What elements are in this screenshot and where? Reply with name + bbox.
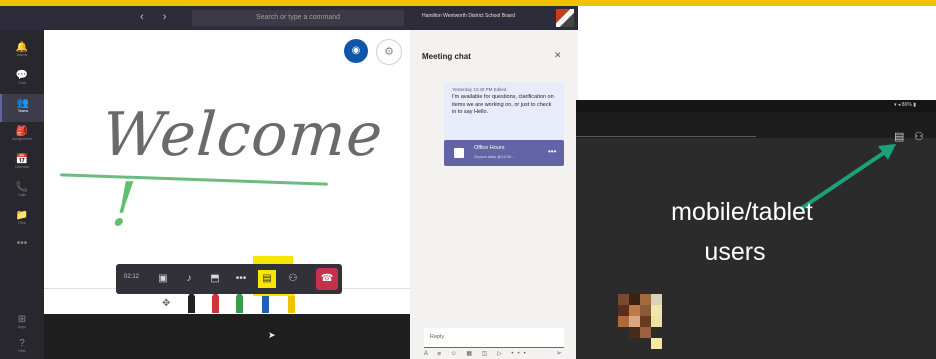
black-pen[interactable] xyxy=(188,291,195,313)
rail-calendar[interactable]: 📅 Calendar xyxy=(0,150,44,178)
org-name[interactable]: Hamilton Wentworth District School Board xyxy=(422,13,515,19)
mobile-teams-screenshot: ▾ ◂ 86% ▮ ▤ ⚇ mobile/tablet users xyxy=(576,100,936,359)
reply-input[interactable]: Reply xyxy=(424,328,564,348)
rail-calls[interactable]: 📞 Calls xyxy=(0,178,44,206)
camera-button[interactable]: ▣ xyxy=(154,270,172,288)
chat-title: Meeting chat xyxy=(422,52,471,61)
status-bar: ▾ ◂ 86% ▮ xyxy=(576,100,936,112)
blue-pen[interactable] xyxy=(262,291,269,313)
search-input[interactable]: Search or type a command xyxy=(192,10,404,26)
hang-up-button[interactable]: ☎ xyxy=(316,268,338,290)
battery-status: ▾ ◂ 86% ▮ xyxy=(894,102,916,108)
user-avatar[interactable] xyxy=(556,9,574,27)
participant-avatar-button[interactable]: ◉ xyxy=(344,39,368,63)
message-text: I'm available for questions, clarificati… xyxy=(452,94,554,115)
more-actions-button[interactable]: ••• xyxy=(232,270,250,288)
rail-more[interactable]: ••• xyxy=(0,234,44,262)
phone-hangup-icon: ☎ xyxy=(320,273,334,284)
message-meta: Yesterday 12:40 PM Edited xyxy=(452,87,507,92)
highlighter-pen[interactable] xyxy=(288,291,295,313)
more-icon: ••• xyxy=(16,238,28,249)
rail-assignments[interactable]: 🎒 Assignments xyxy=(0,122,44,150)
title-bar: ‹ › Search or type a command Hamilton We… xyxy=(0,6,578,30)
call-timer: 02:12 xyxy=(124,274,140,280)
gear-icon: ⚙ xyxy=(384,46,394,58)
help-icon: ? xyxy=(19,338,25,349)
mobile-header: ▤ ⚇ xyxy=(576,112,936,143)
mute-button[interactable]: ♪ xyxy=(180,270,198,288)
green-pen[interactable] xyxy=(236,291,243,313)
back-forward-arrows[interactable]: ‹ › xyxy=(140,11,174,23)
chat-bubble-icon: ▤ xyxy=(262,273,272,284)
more-icon: ••• xyxy=(235,273,247,284)
exclamation-mark: ! xyxy=(109,170,140,240)
card-subtitle: Occurs daily @11:00... xyxy=(474,154,515,159)
bell-icon: 🔔 xyxy=(15,42,29,53)
caption-line-2: users xyxy=(704,238,766,266)
video-strip xyxy=(44,314,410,359)
phone-icon: 📞 xyxy=(15,182,29,193)
person-icon: ◉ xyxy=(351,45,361,56)
rail-files[interactable]: 📁 Files xyxy=(0,206,44,234)
mouse-cursor-icon: ➤ xyxy=(268,330,276,340)
calendar-icon: 📅 xyxy=(15,154,29,165)
caption-line-1: mobile/tablet xyxy=(671,198,813,226)
close-icon[interactable]: ✕ xyxy=(554,50,562,61)
people-icon[interactable]: ⚇ xyxy=(914,130,924,143)
show-conversation-button[interactable]: ▤ xyxy=(258,270,276,288)
compose-toolbar[interactable]: A ⌀ ☺ ▦ ◫ ▷ ••• xyxy=(424,350,530,357)
desktop-teams-screenshot: ‹ › Search or type a command Hamilton We… xyxy=(0,6,578,359)
teams-icon: 👥 xyxy=(16,98,30,109)
divider xyxy=(576,136,756,137)
settings-button[interactable]: ⚙ xyxy=(376,39,402,65)
call-control-bar: 02:12 ▣ ♪ ⬒ ••• ▤ ⚇ ☎ xyxy=(116,264,342,294)
show-participants-button[interactable]: ⚇ xyxy=(284,270,302,288)
share-screen-icon: ⬒ xyxy=(210,273,220,284)
file-icon: 📁 xyxy=(15,210,29,221)
rail-activity[interactable]: 🔔 Activity xyxy=(0,38,44,66)
move-icon[interactable]: ✥ xyxy=(162,298,170,309)
apps-icon: ⊞ xyxy=(17,314,27,325)
whiteboard-welcome-text: Welcome ! xyxy=(100,100,386,240)
more-icon[interactable]: ••• xyxy=(548,147,556,156)
meeting-card[interactable]: Office Hours Occurs daily @11:00... ••• xyxy=(444,140,564,166)
share-button[interactable]: ⬒ xyxy=(206,270,224,288)
send-icon[interactable]: ➢ xyxy=(556,349,562,357)
card-title: Office Hours xyxy=(474,145,505,151)
whiteboard-canvas[interactable]: Welcome ! ◉ ⚙ xyxy=(44,30,410,288)
rail-help[interactable]: ? Help xyxy=(0,334,44,359)
camera-icon: ▣ xyxy=(158,273,168,284)
people-icon: ⚇ xyxy=(288,273,298,284)
microphone-icon: ♪ xyxy=(186,273,192,284)
chat-icon: 💬 xyxy=(15,70,29,81)
meeting-chat-panel: Meeting chat ✕ Yesterday 12:40 PM Edited… xyxy=(410,30,578,359)
backpack-icon: 🎒 xyxy=(15,126,29,137)
calendar-icon xyxy=(454,148,464,158)
rail-chat[interactable]: 💬 Chat xyxy=(0,66,44,94)
rail-teams[interactable]: 👥 Teams xyxy=(0,94,44,122)
blurred-avatar xyxy=(618,294,686,354)
app-rail: 🔔 Activity 💬 Chat 👥 Teams 🎒 Assignments … xyxy=(0,30,44,359)
red-pen[interactable] xyxy=(212,291,219,313)
